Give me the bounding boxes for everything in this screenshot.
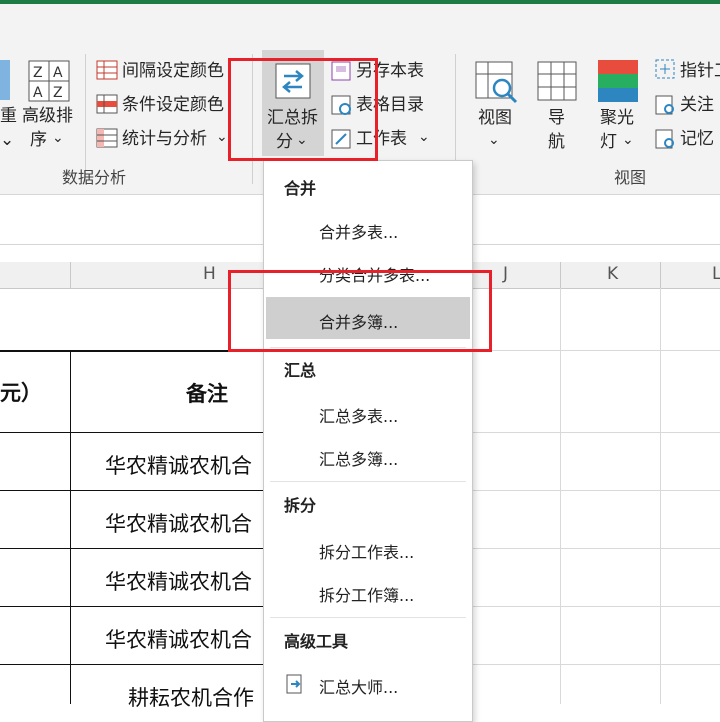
- summary-master-icon: [286, 674, 302, 694]
- column-divider: [660, 262, 661, 288]
- condition-color-label: 条件设定颜色: [122, 95, 224, 115]
- memo-icon: [655, 129, 674, 149]
- partial-chevron: ⌄: [0, 130, 15, 150]
- advanced-sort-label-2: 序: [30, 130, 47, 150]
- menu-item-merge-sheets[interactable]: 合并多表...: [319, 219, 398, 243]
- spotlight-label-2: 灯: [600, 132, 617, 152]
- chevron-down-icon: ⌄: [488, 132, 500, 148]
- table-border: [0, 664, 264, 665]
- svg-text:A: A: [33, 85, 43, 101]
- grid-line: [472, 548, 720, 549]
- table-border: [0, 432, 264, 433]
- table-cell[interactable]: 华农精诚农机合: [105, 624, 252, 654]
- memo-label: 记忆: [680, 129, 714, 149]
- menu-item-split-sheet[interactable]: 拆分工作表...: [319, 539, 414, 563]
- follow-icon: [655, 95, 674, 115]
- svg-text:A: A: [53, 65, 63, 81]
- spotlight-icon-band: [598, 74, 638, 88]
- column-header-k[interactable]: K: [607, 264, 618, 284]
- view-magnifier-icon: [475, 61, 518, 104]
- table-border: [0, 548, 264, 549]
- partial-button-label[interactable]: 重: [0, 106, 17, 126]
- stats-analysis-label: 统计与分析: [122, 129, 207, 149]
- table-cell[interactable]: 华农精诚农机合: [105, 566, 252, 596]
- grid-color-icon: [96, 60, 118, 80]
- svg-text:Z: Z: [53, 85, 63, 101]
- follow-label: 关注: [680, 95, 714, 115]
- chevron-down-icon: ⌄: [622, 132, 634, 148]
- column-header-h[interactable]: H: [203, 264, 216, 284]
- menu-section-summary: 汇总: [284, 361, 317, 380]
- interval-color-label: 间隔设定颜色: [122, 61, 224, 81]
- header-cell-amount[interactable]: 元）: [0, 377, 42, 407]
- sort-az-icon: Z A A Z: [28, 60, 70, 102]
- stats-table-icon: [96, 128, 118, 148]
- menu-section-advanced: 高级工具: [284, 632, 349, 651]
- advanced-sort-label: 高级排: [22, 106, 73, 126]
- spotlight-icon-band: [598, 88, 638, 102]
- grid-line: [472, 490, 720, 491]
- column-header-j[interactable]: J: [503, 264, 508, 284]
- table-cell[interactable]: 耕耘农机合作: [128, 682, 254, 712]
- data-analysis-group-label: 数据分析: [62, 168, 127, 187]
- menu-item-summary-sheets[interactable]: 汇总多表...: [319, 403, 398, 427]
- svg-text:Z: Z: [33, 65, 43, 81]
- grid-line: [472, 664, 720, 665]
- menu-item-summary-master[interactable]: 汇总大师...: [319, 674, 398, 698]
- chevron-down-icon: ⌄: [52, 130, 64, 146]
- pointer-tool-label: 指针工: [680, 61, 720, 81]
- column-divider: [560, 262, 561, 288]
- table-border: [0, 490, 264, 491]
- grid-line: [472, 350, 720, 351]
- view-group-label: 视图: [614, 168, 647, 187]
- table-cell[interactable]: 华农精诚农机合: [105, 508, 252, 538]
- partial-icon: [0, 60, 10, 100]
- menu-separator: [270, 481, 466, 482]
- grid-line: [472, 432, 720, 433]
- menu-item-split-book[interactable]: 拆分工作簿...: [319, 582, 414, 606]
- column-header-l[interactable]: L: [712, 264, 720, 284]
- navigation-label: 导: [548, 108, 565, 128]
- navigation-grid-icon: [537, 61, 577, 101]
- menu-section-merge: 合并: [284, 179, 317, 198]
- spotlight-icon: [598, 60, 638, 74]
- chevron-down-icon: ⌄: [418, 129, 430, 145]
- menu-item-summary-books[interactable]: 汇总多簿...: [319, 446, 398, 470]
- column-divider: [70, 262, 71, 288]
- grid-line: [472, 606, 720, 607]
- summary-split-menu: 合并 合并多表... 分类合并多表... 合并多簿... 汇总 汇总多表... …: [263, 160, 473, 722]
- highlight-box-split-button: [228, 58, 378, 161]
- menu-separator: [270, 617, 466, 618]
- condition-grid-icon: [96, 94, 118, 114]
- header-cell-note[interactable]: 备注: [186, 378, 228, 408]
- menu-section-split: 拆分: [284, 496, 317, 515]
- spotlight-label: 聚光: [600, 108, 634, 128]
- table-cell[interactable]: 华农精诚农机合: [105, 450, 252, 480]
- navigation-label-2: 航: [548, 132, 565, 152]
- table-border: [0, 606, 264, 607]
- highlight-box-merge-books: [228, 270, 492, 352]
- chevron-down-icon: ⌄: [216, 129, 228, 145]
- crosshair-icon: [655, 59, 675, 79]
- table-border: [0, 350, 264, 352]
- table-border: [70, 350, 71, 704]
- view-label: 视图: [478, 108, 512, 128]
